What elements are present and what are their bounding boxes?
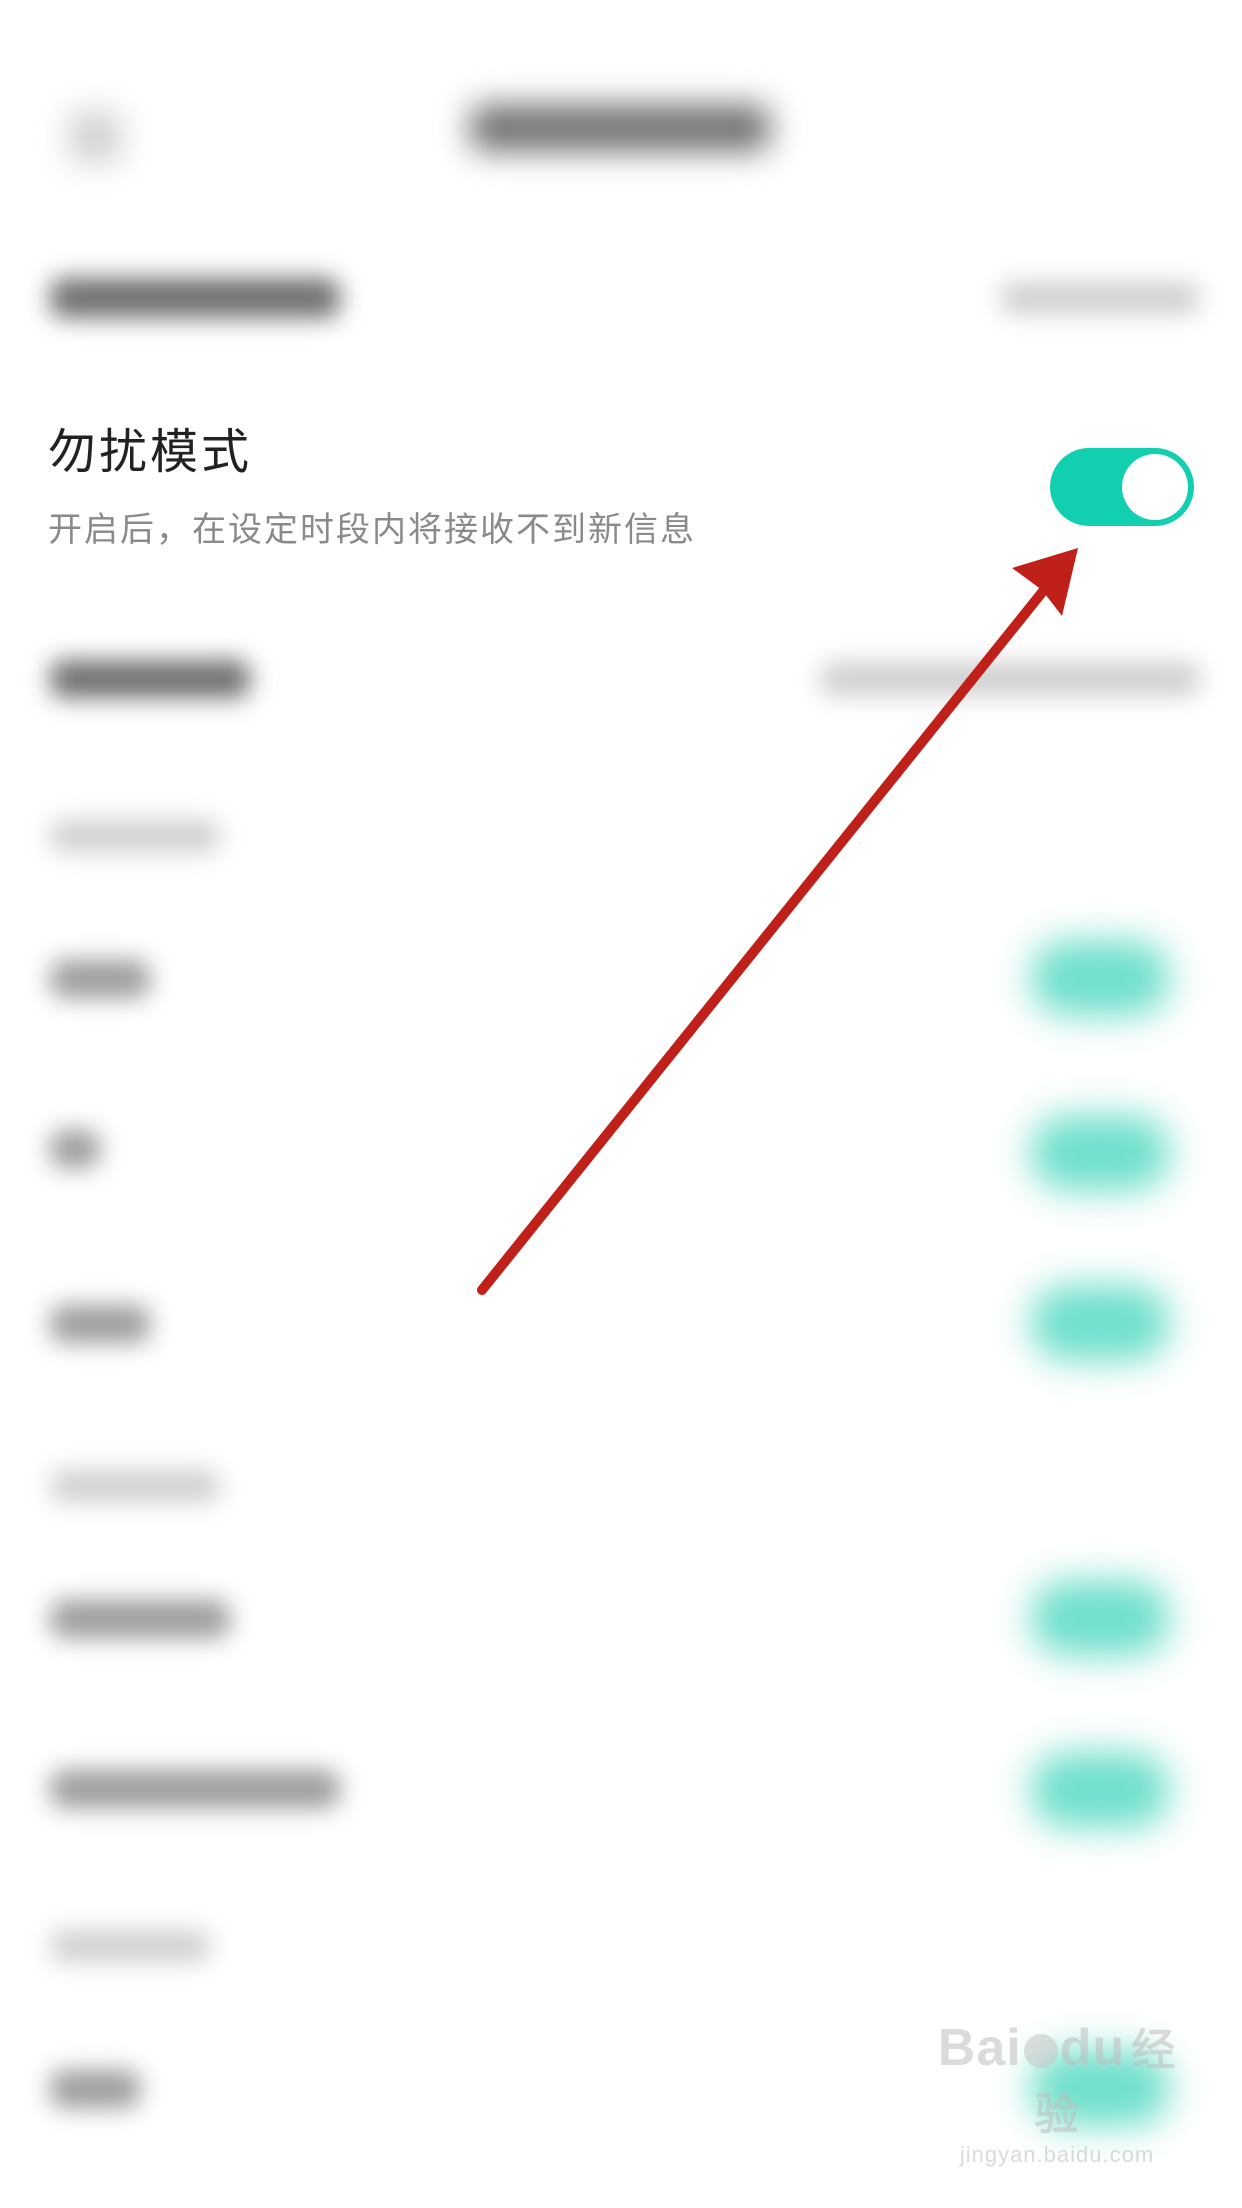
setting-row-blurred[interactable] [50, 278, 340, 318]
baidu-watermark: Bai du 经验 jingyan.baidu.com [932, 2014, 1182, 2168]
watermark-brand-left: Bai [937, 2019, 1022, 2077]
setting-row-blurred[interactable] [50, 1305, 150, 1343]
setting-toggle-blurred[interactable] [1030, 1115, 1170, 1191]
setting-row-blurred[interactable] [50, 1130, 100, 1168]
arrowhead [1012, 548, 1078, 616]
setting-value-blurred [820, 662, 1200, 696]
setting-row-blurred[interactable] [50, 2070, 140, 2108]
watermark-brand-right: du [1059, 2019, 1126, 2077]
page-title-blurred [470, 105, 770, 151]
setting-toggle-blurred[interactable] [1030, 940, 1170, 1016]
setting-toggle-blurred[interactable] [1030, 1285, 1170, 1361]
setting-value-blurred [1000, 282, 1200, 314]
setting-row-blurred[interactable] [50, 1600, 230, 1638]
toggle-knob [1122, 454, 1188, 520]
setting-row-blurred[interactable] [50, 1770, 340, 1808]
setting-toggle-blurred[interactable] [1030, 1752, 1170, 1828]
dnd-title: 勿扰模式 [48, 424, 253, 480]
setting-row-blurred[interactable] [50, 660, 250, 698]
back-icon[interactable] [70, 112, 120, 162]
section-header-blurred [50, 1930, 210, 1962]
setting-row-blurred[interactable] [50, 960, 150, 998]
paw-icon [1023, 2034, 1058, 2069]
annotation-arrow [477, 548, 1078, 1295]
section-header-blurred [50, 820, 220, 852]
dnd-toggle[interactable] [1050, 448, 1194, 526]
dnd-description: 开启后，在设定时段内将接收不到新信息 [48, 510, 696, 550]
setting-toggle-blurred[interactable] [1030, 1580, 1170, 1656]
watermark-url: jingyan.baidu.com [959, 2142, 1155, 2167]
section-header-blurred [50, 1470, 220, 1502]
